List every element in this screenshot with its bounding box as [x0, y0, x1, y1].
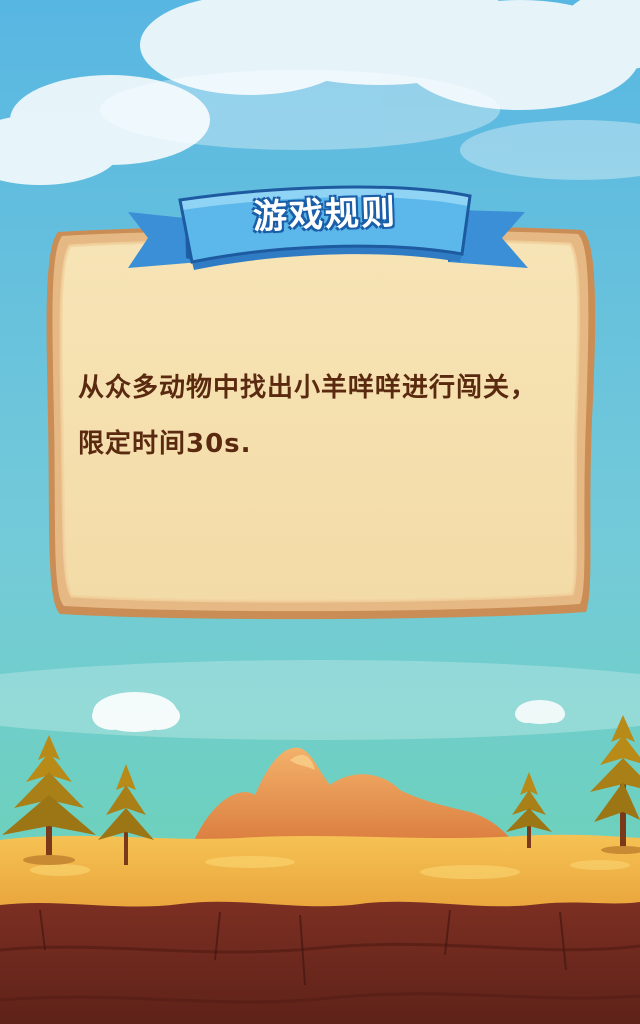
soil-layer [0, 901, 640, 1024]
background-scene [0, 0, 640, 1024]
sand-ground [0, 834, 640, 910]
rules-line-2: 限定时间30s. [78, 429, 252, 459]
rules-description: 从众多动物中找出小羊咩咩进行闯关， 限定时间30s. [78, 360, 578, 472]
rules-line-1: 从众多动物中找出小羊咩咩进行闯关， [78, 373, 538, 403]
game-rules-screen: 游戏规则 从众多动物中找出小羊咩咩进行闯关， 限定时间30s. [0, 0, 640, 1024]
rules-title: 游戏规则 [252, 192, 398, 238]
